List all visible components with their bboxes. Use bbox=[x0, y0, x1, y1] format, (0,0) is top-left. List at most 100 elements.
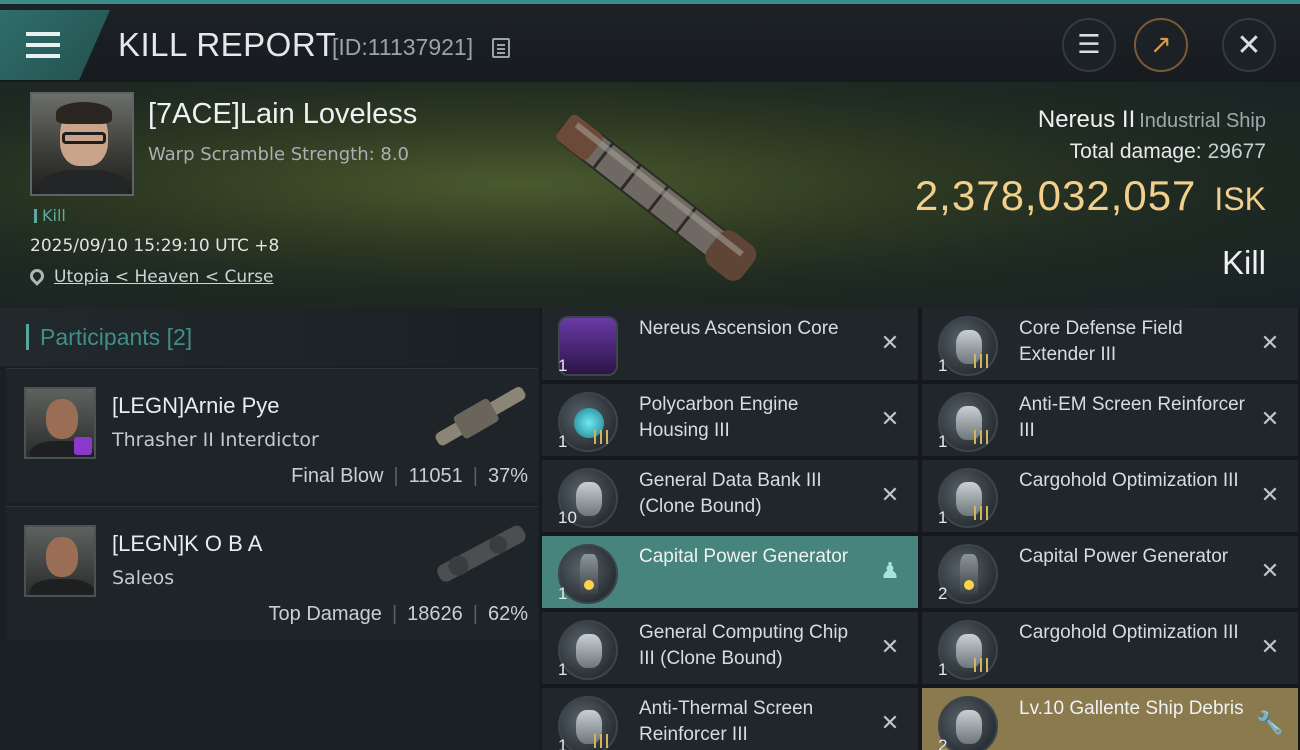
kill-location[interactable]: Utopia < Heaven < Curse bbox=[27, 266, 273, 287]
item-name: General Data Bank III (Clone Bound) bbox=[639, 470, 822, 517]
person-icon: ♟ bbox=[880, 559, 900, 584]
participants-title: Participants [2] bbox=[40, 324, 192, 351]
item-name: Capital Power Generator bbox=[639, 546, 849, 567]
kill-datetime: 2025/09/10 15:29:10 UTC +8 bbox=[30, 236, 280, 256]
stat-label: Top Damage bbox=[268, 603, 382, 625]
item-name: Core Defense Field Extender III bbox=[1019, 318, 1183, 365]
participants-count: [2] bbox=[166, 324, 193, 350]
item-name: Capital Power Generator bbox=[1019, 546, 1229, 567]
item-name: Anti-EM Screen Reinforcer III bbox=[1019, 394, 1245, 441]
victim-avatar[interactable] bbox=[30, 92, 134, 196]
kill-tag: Kill bbox=[34, 206, 66, 225]
ship-name: Nereus II bbox=[1037, 106, 1136, 133]
item-cell-salvage[interactable]: 2 Lv.10 Gallente Ship Debris 🔧 bbox=[922, 688, 1298, 750]
participant-name: [LEGN]Arnie Pye bbox=[112, 393, 280, 418]
item-name: Cargohold Optimization III bbox=[1019, 622, 1239, 643]
item-qty: 1 bbox=[558, 736, 568, 750]
participant-stats: Top Damage | 18626 | 62% bbox=[268, 603, 528, 625]
location-link[interactable]: Utopia < Heaven < Curse bbox=[54, 267, 273, 287]
item-cell[interactable]: 1 Anti-EM Screen Reinforcer III ✕ bbox=[922, 384, 1298, 458]
hamburger-icon bbox=[26, 32, 60, 58]
stat-percent: 62% bbox=[487, 603, 528, 625]
item-qty: 1 bbox=[558, 356, 568, 375]
participant-avatar[interactable] bbox=[24, 387, 96, 459]
page-title: KILL REPORT bbox=[118, 26, 337, 63]
item-qty: 1 bbox=[558, 584, 568, 603]
victim-name[interactable]: [7ACE]Lain Loveless bbox=[148, 98, 417, 131]
share-button[interactable]: ↗ bbox=[1134, 18, 1188, 72]
destroyed-icon: ✕ bbox=[880, 331, 900, 356]
close-button[interactable]: ✕ bbox=[1222, 18, 1276, 72]
item-cell[interactable]: 1 Cargohold Optimization III ✕ bbox=[922, 612, 1298, 686]
participant-ship: Thrasher II Interdictor bbox=[112, 429, 319, 451]
item-cell[interactable]: 1 Cargohold Optimization III ✕ bbox=[922, 460, 1298, 534]
share-icon: ↗ bbox=[1150, 30, 1172, 60]
participant-ship: Saleos bbox=[112, 567, 175, 589]
destroyed-icon: ✕ bbox=[1260, 559, 1280, 584]
item-cell[interactable]: 1 Nereus Ascension Core ✕ bbox=[542, 308, 918, 382]
item-cell[interactable]: 1 General Computing Chip III (Clone Boun… bbox=[542, 612, 918, 686]
item-qty: 1 bbox=[938, 508, 948, 527]
item-name: Polycarbon Engine Housing III bbox=[639, 394, 799, 441]
item-cell[interactable]: 2 Capital Power Generator ✕ bbox=[922, 536, 1298, 610]
copy-icon[interactable] bbox=[492, 38, 510, 58]
stat-label: Final Blow bbox=[291, 465, 384, 487]
destroyed-icon: ✕ bbox=[1260, 407, 1280, 432]
item-name: Lv.10 Gallente Ship Debris bbox=[1019, 698, 1244, 719]
destroyed-icon: ✕ bbox=[880, 635, 900, 660]
item-name: Cargohold Optimization III bbox=[1019, 470, 1239, 491]
item-qty: 2 bbox=[938, 736, 948, 750]
item-cell[interactable]: 1 Core Defense Field Extender III ✕ bbox=[922, 308, 1298, 382]
participant-avatar[interactable] bbox=[24, 525, 96, 597]
participant-ship-image bbox=[437, 525, 526, 582]
destroyed-icon: ✕ bbox=[1260, 331, 1280, 356]
item-qty: 10 bbox=[558, 508, 577, 527]
warp-scramble-strength: Warp Scramble Strength: 8.0 bbox=[148, 144, 410, 165]
total-damage-value: 29677 bbox=[1207, 140, 1266, 163]
report-id: [ID:11137921] bbox=[332, 34, 474, 60]
participant-row[interactable]: [LEGN]K O B A Saleos Top Damage | 18626 | 62… bbox=[6, 506, 538, 640]
item-qty: 2 bbox=[938, 584, 948, 603]
item-qty: 1 bbox=[938, 660, 948, 679]
isk-label: ISK bbox=[1214, 181, 1266, 217]
wrench-icon: 🔧 bbox=[1256, 711, 1284, 736]
participants-header: Participants [2] bbox=[0, 308, 540, 366]
stat-percent: 37% bbox=[487, 465, 528, 487]
item-name: General Computing Chip III (Clone Bound) bbox=[639, 622, 849, 669]
item-qty: 1 bbox=[558, 660, 568, 679]
clipboard-button[interactable]: ☰ bbox=[1062, 18, 1116, 72]
item-cell[interactable]: 1 Anti-Thermal Screen Reinforcer III ✕ bbox=[542, 688, 918, 750]
location-pin-icon bbox=[27, 266, 47, 286]
victim-ship-image bbox=[556, 114, 757, 281]
destroyed-icon: ✕ bbox=[880, 711, 900, 736]
item-name: Nereus Ascension Core bbox=[639, 318, 839, 339]
destroyed-icon: ✕ bbox=[1260, 635, 1280, 660]
participant-stats: Final Blow | 11051 | 37% bbox=[291, 465, 528, 487]
destroyed-icon: ✕ bbox=[880, 407, 900, 432]
participant-ship-image bbox=[435, 386, 526, 446]
participant-row[interactable]: [LEGN]Arnie Pye Thrasher II Interdictor … bbox=[6, 368, 538, 502]
item-qty: 1 bbox=[558, 432, 568, 451]
victim-ship: Nereus II Industrial Ship bbox=[1038, 106, 1266, 134]
menu-button[interactable] bbox=[0, 10, 110, 80]
item-name: Anti-Thermal Screen Reinforcer III bbox=[639, 698, 814, 745]
kill-result: Kill bbox=[1221, 244, 1266, 281]
destroyed-icon: ✕ bbox=[880, 483, 900, 508]
item-grid: 1 Nereus Ascension Core ✕ 1 Core Defense… bbox=[542, 308, 1300, 750]
destroyed-icon: ✕ bbox=[1260, 483, 1280, 508]
top-bar: KILL REPORT [ID:11137921] ☰ ↗ ✕ bbox=[0, 0, 1300, 82]
item-qty: 1 bbox=[938, 356, 948, 375]
close-icon: ✕ bbox=[1236, 27, 1262, 63]
item-cell[interactable]: 1 Polycarbon Engine Housing III ✕ bbox=[542, 384, 918, 458]
item-cell-dropped[interactable]: 1 Capital Power Generator ♟ bbox=[542, 536, 918, 610]
participants-label: Participants bbox=[40, 324, 161, 350]
participants-panel: Participants [2] [LEGN]Arnie Pye Thrashe… bbox=[0, 308, 540, 750]
clipboard-icon: ☰ bbox=[1077, 30, 1101, 60]
total-damage: Total damage: 29677 bbox=[1070, 140, 1266, 164]
rank-badge-icon bbox=[74, 437, 92, 455]
item-qty: 1 bbox=[938, 432, 948, 451]
participant-name: [LEGN]K O B A bbox=[112, 531, 263, 556]
isk-amount: 2,378,032,057 bbox=[914, 172, 1197, 219]
ship-class: Industrial Ship bbox=[1139, 110, 1266, 132]
item-cell[interactable]: 10 General Data Bank III (Clone Bound) ✕ bbox=[542, 460, 918, 534]
